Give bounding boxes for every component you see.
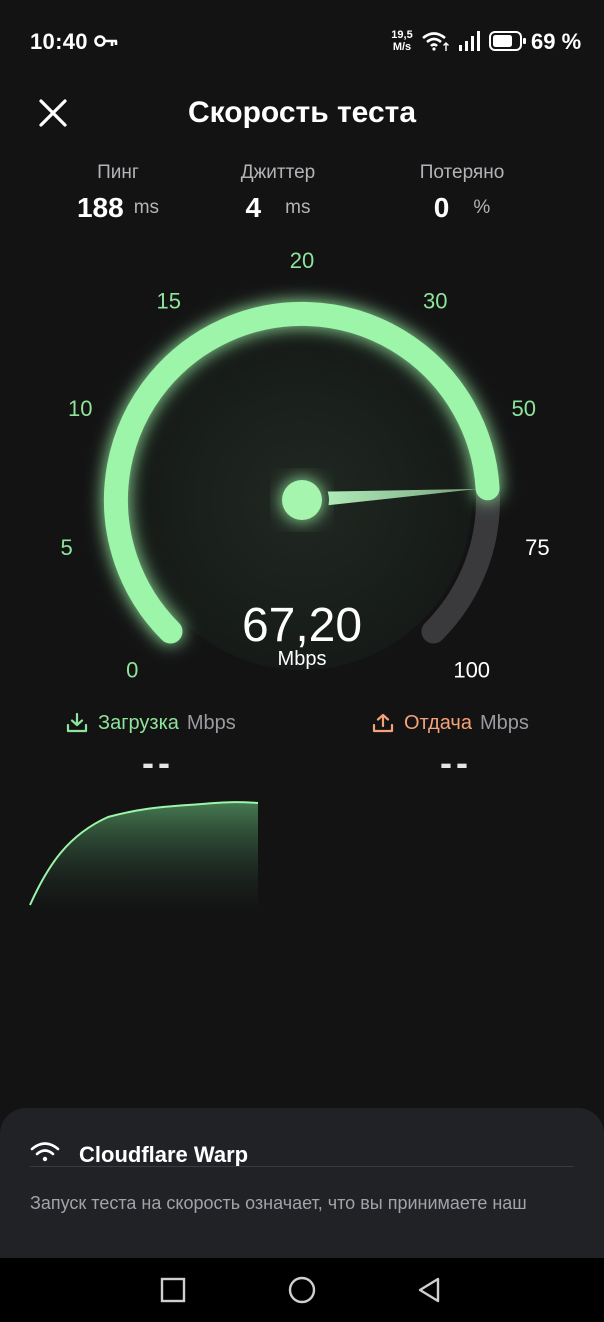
speed-value: 67,20 <box>241 599 363 652</box>
lost-value: 0 <box>433 192 450 223</box>
gauge-tick-label-20: 20 <box>290 248 314 273</box>
wifi-icon <box>422 32 449 51</box>
navigation-bar <box>0 1258 604 1322</box>
jitter-value: 4 <box>245 192 262 223</box>
network-speed-value: 19,5 <box>391 29 413 41</box>
page-title: Скорость теста <box>187 96 417 129</box>
network-speed-unit: M/s <box>392 41 412 53</box>
back-button[interactable] <box>414 1274 446 1306</box>
download-header: Загрузка Mbps <box>66 708 236 738</box>
ping-value: 188 <box>76 192 124 223</box>
gauge-tick-label-5: 5 <box>60 535 72 560</box>
upload-unit: Mbps <box>479 711 529 734</box>
network-speed: 19,5 M/s <box>388 29 416 53</box>
ping-metric: Пинг 188 ms <box>28 162 208 224</box>
wifi-icon <box>30 1142 60 1162</box>
download-value: -- <box>142 742 174 783</box>
terms-disclaimer: Запуск теста на скорость означает, что в… <box>30 1193 527 1213</box>
lost-label: Потеряно <box>419 162 505 183</box>
square-icon <box>160 1277 186 1303</box>
bottom-sheet[interactable]: Cloudflare Warp Запуск теста на скорость… <box>0 1108 604 1258</box>
jitter-label: Джиттер <box>240 162 316 183</box>
battery-icon <box>489 31 526 51</box>
lost-metric: Потеряно 0% <box>372 162 552 224</box>
triangle-back-icon <box>418 1277 440 1303</box>
battery-percent: 69 % <box>531 29 582 54</box>
gauge-tick-label-75: 75 <box>525 535 549 560</box>
upload-label: Отдача <box>404 711 472 734</box>
download-label: Загрузка <box>98 711 179 734</box>
ping-label: Пинг <box>97 162 139 183</box>
gauge-tick-label-10: 10 <box>68 396 92 421</box>
upload-header: Отдача Mbps <box>372 708 529 738</box>
circle-icon <box>288 1276 316 1304</box>
status-time: 10:40 <box>30 29 88 54</box>
speed-unit: Mbps <box>277 648 327 670</box>
sheet-divider <box>30 1166 574 1167</box>
gauge-tick-label-15: 15 <box>156 288 180 313</box>
gauge-tick-label-30: 30 <box>423 288 447 313</box>
status-bar: 10:40 19,5 M/s 69 % <box>0 0 604 84</box>
download-icon <box>66 712 88 733</box>
ping-unit: ms <box>133 197 160 218</box>
chart-area <box>30 802 258 907</box>
download-speed-chart <box>29 801 259 907</box>
lost-unit: % <box>473 197 491 218</box>
jitter-unit: ms <box>285 197 311 218</box>
download-unit: Mbps <box>186 711 236 734</box>
signal-icon <box>459 31 480 51</box>
jitter-metric: Джиттер 4 ms <box>188 162 368 224</box>
upload-value: -- <box>440 742 472 783</box>
recent-apps-button[interactable] <box>157 1274 189 1306</box>
gauge-hub <box>282 480 322 520</box>
gauge-tick-label-50: 50 <box>511 396 535 421</box>
key-icon <box>94 35 118 47</box>
home-button[interactable] <box>286 1274 318 1306</box>
network-name: Cloudflare Warp <box>79 1142 249 1167</box>
upload-icon <box>372 713 394 733</box>
